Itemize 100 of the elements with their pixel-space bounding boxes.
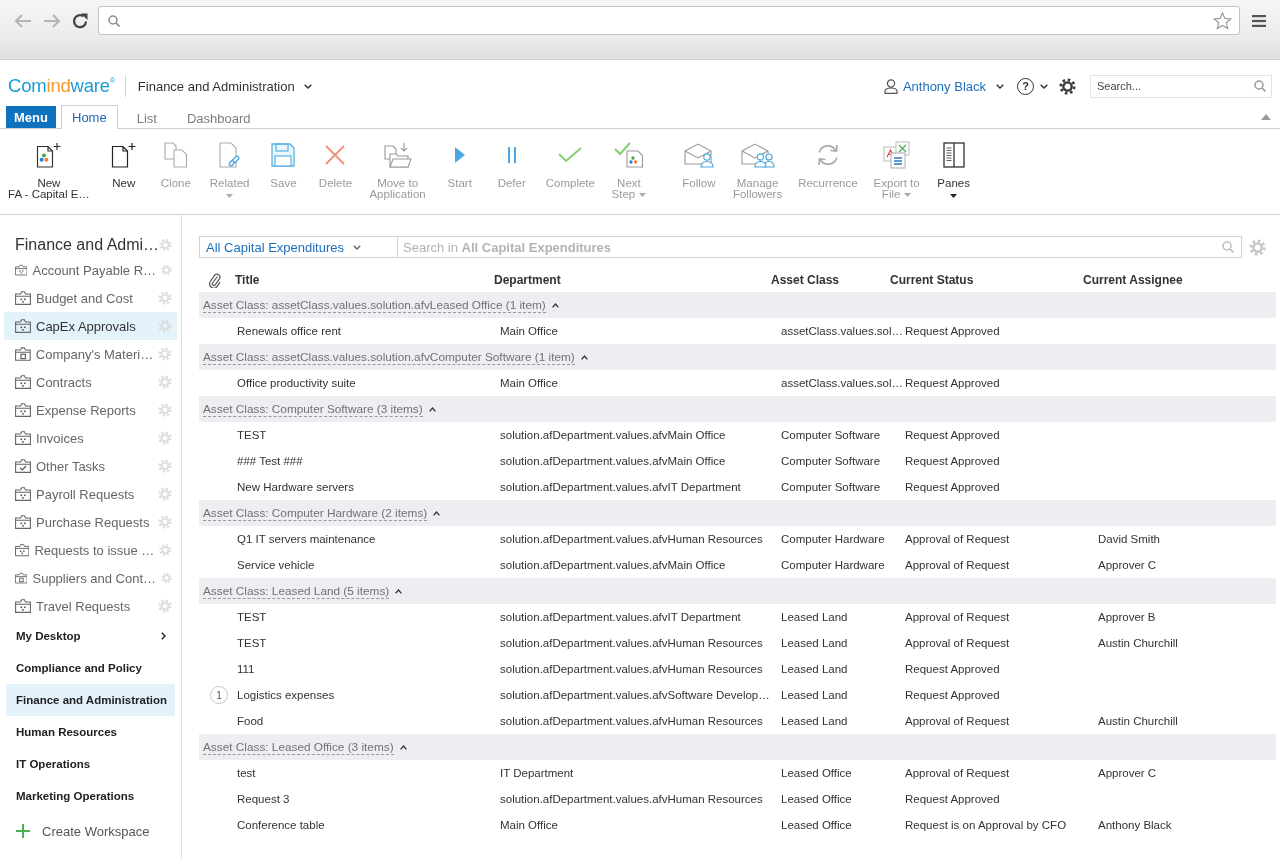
table-cell: Main Office: [500, 325, 558, 337]
column-header[interactable]: Asset Class: [771, 273, 840, 287]
group-label[interactable]: Asset Class: Leased Office (3 items): [203, 739, 394, 755]
sidebar-item[interactable]: Company's Materi…: [4, 340, 177, 368]
table-cell: Request 3: [237, 793, 290, 805]
address-bar[interactable]: [98, 6, 1240, 35]
sidebar-item[interactable]: Requests to issue …: [4, 536, 177, 564]
sidebar-item[interactable]: Invoices: [4, 424, 177, 452]
cross-icon: [325, 145, 346, 165]
star-icon[interactable]: [1213, 11, 1232, 30]
table-cell: New Hardware servers: [237, 481, 354, 493]
table-cell: TEST: [237, 611, 267, 623]
table-cell: assetClass.values.sol…: [781, 325, 904, 337]
caret-down-icon: [904, 192, 912, 197]
chevron-up-icon[interactable]: [395, 588, 403, 594]
search-icon: [108, 14, 120, 27]
sidebar-item[interactable]: Expense Reports: [4, 396, 177, 424]
chevron-up-icon[interactable]: [580, 354, 588, 360]
folder-square-icon: [15, 571, 28, 585]
table-cell: Approver C: [1098, 559, 1157, 571]
toolbar-button[interactable]: Panes: [927, 129, 980, 214]
forward-arrow-icon[interactable]: [43, 13, 61, 28]
chevron-down-icon: [303, 83, 312, 89]
caret-down-icon: [950, 194, 958, 198]
table-cell: Main Office: [500, 377, 558, 389]
table-cell: Leased Office: [781, 793, 852, 805]
document-dots-plus-icon: [35, 142, 62, 168]
plus-icon: [16, 824, 30, 838]
column-header[interactable]: Department: [494, 273, 561, 287]
sidebar-item[interactable]: Contracts: [4, 368, 177, 396]
chevron-up-icon[interactable]: [428, 406, 436, 412]
table-cell: solution.afDepartment.values.afvHuman Resources: [500, 715, 763, 727]
sidebar-title: Finance and Admi…: [15, 236, 160, 254]
sidebar-item[interactable]: CapEx Approvals: [4, 312, 177, 340]
table-cell: Service vehicle: [237, 559, 315, 571]
menu-icon[interactable]: [1252, 14, 1266, 27]
group-label[interactable]: Asset Class: assetClass.values.solution.afvLeased Office (1 item): [203, 297, 546, 313]
help-button[interactable]: ?: [1017, 77, 1034, 95]
folder-dots-icon: [15, 515, 31, 529]
table-cell: Renewals office rent: [237, 325, 341, 337]
tab[interactable]: List: [125, 106, 168, 129]
workspace-dropdown[interactable]: Finance and Administration: [137, 78, 312, 94]
tab[interactable]: Dashboard: [175, 106, 262, 129]
table-cell: solution.afDepartment.values.afvHuman Resources: [500, 533, 763, 545]
caret-up-icon[interactable]: [1261, 113, 1271, 120]
group-label[interactable]: Asset Class: Leased Land (5 items): [203, 583, 390, 599]
chevron-up-icon[interactable]: [551, 302, 559, 308]
tab[interactable]: Home: [61, 105, 118, 129]
sidebar-item[interactable]: Travel Requests: [4, 592, 177, 620]
column-header[interactable]: Current Status: [890, 273, 974, 287]
table-cell: Anthony Black: [1098, 819, 1172, 831]
table-cell: solution.afDepartment.values.afvIT Department: [500, 611, 741, 623]
search-field[interactable]: Search...: [1090, 74, 1272, 98]
table-cell: Computer Software: [781, 455, 881, 467]
view-dropdown[interactable]: All Capital Expenditures: [199, 236, 398, 258]
group-label[interactable]: Asset Class: assetClass.values.solution.afvComputer Software (1 item): [203, 349, 575, 365]
table-cell: Office productivity suite: [237, 377, 356, 389]
chevron-up-icon[interactable]: [433, 510, 441, 516]
sidebar-item[interactable]: Other Tasks: [4, 452, 177, 480]
workspace-item[interactable]: Marketing Operations: [6, 780, 175, 812]
sidebar-item[interactable]: Suppliers and Cont…: [4, 564, 177, 592]
table-cell: Leased Land: [781, 689, 848, 701]
group-label[interactable]: Asset Class: Computer Hardware (2 items): [203, 505, 428, 521]
table-cell: Austin Churchill: [1098, 637, 1178, 649]
table-cell: Computer Software: [781, 481, 881, 493]
toolbar-button[interactable]: New: [97, 129, 150, 214]
group-label[interactable]: Asset Class: Computer Software (3 items): [203, 401, 423, 417]
copy-documents-icon: [163, 142, 188, 168]
workspace-item[interactable]: My Desktop: [6, 620, 175, 652]
panel-layout-icon: [942, 142, 965, 168]
folder-dots-icon: [15, 263, 28, 277]
workspace-item[interactable]: Compliance and Policy: [6, 652, 175, 684]
user-menu[interactable]: Anthony Black: [883, 78, 1004, 94]
create-workspace-button[interactable]: Create Workspace: [0, 815, 150, 847]
table-cell: Computer Hardware: [781, 559, 885, 571]
sidebar-item[interactable]: Purchase Requests: [4, 508, 177, 536]
table-cell: Leased Office: [781, 767, 852, 779]
table-cell: solution.afDepartment.values.afvMain Office: [500, 559, 726, 571]
sidebar-item[interactable]: Budget and Cost: [4, 284, 177, 312]
folder-dots-icon: [15, 319, 31, 333]
workspace-item[interactable]: Human Resources: [6, 716, 175, 748]
column-header[interactable]: Current Assignee: [1083, 273, 1183, 287]
column-header[interactable]: Title: [235, 273, 260, 287]
chevron-up-icon[interactable]: [399, 744, 407, 750]
toolbar-button[interactable]: New FA - Capital E…: [0, 129, 98, 214]
sidebar-item[interactable]: Payroll Requests: [4, 480, 177, 508]
settings-icon[interactable]: [1059, 77, 1076, 95]
file-stack-icon: [882, 141, 911, 169]
sidebar-item[interactable]: Account Payable R…: [4, 256, 177, 284]
reload-icon[interactable]: [72, 12, 88, 29]
play-icon: [454, 147, 465, 163]
folder-dots-icon: [15, 291, 31, 305]
back-arrow-icon[interactable]: [14, 13, 32, 28]
menu-button[interactable]: Menu: [6, 106, 56, 128]
document-plus-icon: [110, 142, 137, 168]
workspace-item[interactable]: IT Operations: [6, 748, 175, 780]
workspace-item[interactable]: Finance and Administration: [6, 684, 175, 716]
chevron-right-icon: [161, 632, 166, 640]
table-cell: Approval of Request: [905, 559, 1010, 571]
envelope-people-icon: [740, 142, 775, 168]
